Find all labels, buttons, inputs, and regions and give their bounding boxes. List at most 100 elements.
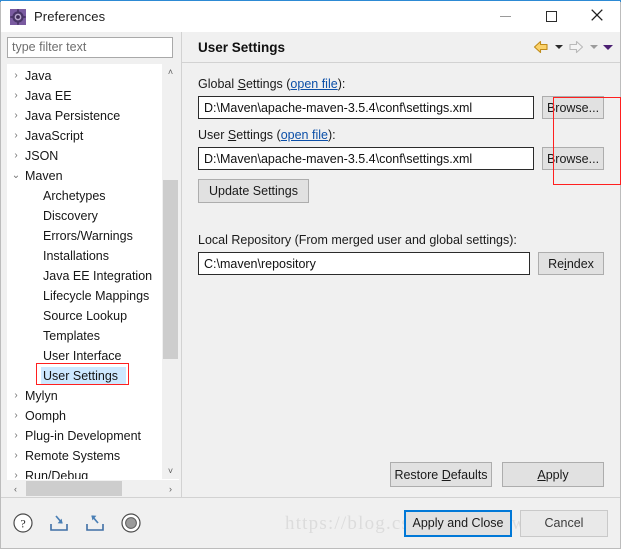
tree-item-java[interactable]: › Java [7, 66, 161, 86]
forward-history-dropdown[interactable] [587, 37, 600, 57]
tree-item-javascript[interactable]: › JavaScript [7, 126, 161, 146]
local-repository-input[interactable] [198, 252, 530, 275]
global-settings-label-end: ): [337, 77, 346, 91]
restore-defaults-mnemonic: D [441, 467, 451, 482]
dialog-footer: ? Apply and Close Cancel [1, 498, 620, 548]
global-settings-open-file-link[interactable]: open file [290, 77, 337, 91]
global-settings-label-mnemonic: S [237, 77, 246, 91]
tree-item-mylyn[interactable]: › Mylyn [7, 386, 161, 406]
help-icon[interactable]: ? [11, 511, 35, 535]
chevron-right-icon[interactable]: › [7, 470, 25, 479]
restore-defaults-prefix: Restore [394, 467, 442, 482]
apply-and-close-button[interactable]: Apply and Close [404, 509, 512, 537]
scroll-right-icon[interactable]: › [162, 480, 179, 497]
scroll-up-icon[interactable]: ˄ [162, 64, 179, 81]
global-settings-label-prefix: Global [198, 77, 238, 91]
tree-item-errors-warnings[interactable]: Errors/Warnings [7, 226, 161, 246]
chevron-right-icon[interactable]: › [7, 130, 25, 141]
export-icon[interactable] [83, 511, 107, 535]
user-settings-browse-button[interactable]: Browse... [542, 147, 604, 170]
global-settings-label-suffix: ettings ( [245, 77, 291, 91]
cancel-button[interactable]: Cancel [520, 509, 608, 537]
horizontal-scroll-track[interactable] [24, 480, 162, 497]
tree-item-lifecycle-mappings[interactable]: Lifecycle Mappings [7, 286, 161, 306]
minimize-button[interactable] [482, 1, 528, 32]
tree-item-label: User Interface [43, 348, 122, 363]
tree-horizontal-scrollbar[interactable]: ‹ › [7, 479, 179, 498]
tree-item-java-persistence[interactable]: › Java Persistence [7, 106, 161, 126]
tree-item-java-ee-integration[interactable]: Java EE Integration [7, 266, 161, 286]
scroll-left-icon[interactable]: ‹ [7, 480, 24, 497]
tree-item-plug-in-development[interactable]: › Plug-in Development [7, 426, 161, 446]
user-settings-label: User Settings (open file): [198, 128, 604, 142]
tree-item-label: Mylyn [25, 388, 58, 403]
chevron-right-icon[interactable]: › [7, 90, 25, 101]
global-settings-browse-button[interactable]: Browse... [542, 96, 604, 119]
reindex-button[interactable]: Reindex [538, 252, 604, 275]
chevron-right-icon[interactable]: › [7, 150, 25, 161]
close-icon [591, 9, 603, 24]
tree-vertical-scrollbar[interactable]: ˄ ˅ [161, 63, 179, 480]
tree-item-discovery[interactable]: Discovery [7, 206, 161, 226]
global-settings-row: Browse... [198, 96, 604, 119]
filter-input[interactable] [7, 37, 173, 58]
local-repository-row: Reindex [198, 252, 604, 275]
chevron-right-icon[interactable]: › [7, 410, 25, 421]
view-menu-button[interactable] [601, 37, 614, 57]
restore-defaults-suffix: efaults [450, 467, 488, 482]
import-icon[interactable] [47, 511, 71, 535]
horizontal-scroll-thumb[interactable] [26, 481, 122, 497]
chevron-right-icon[interactable]: › [7, 70, 25, 81]
tree-item-label: Source Lookup [43, 308, 128, 323]
tree-item-oomph[interactable]: › Oomph [7, 406, 161, 426]
tree-item-user-settings[interactable]: User Settings [7, 366, 161, 386]
chevron-right-icon[interactable]: › [7, 430, 25, 441]
scroll-down-icon[interactable]: ˅ [162, 462, 179, 479]
tree-item-templates[interactable]: Templates [7, 326, 161, 346]
dialog-body: ›Java›Java EE›Java Persistence›JavaScrip… [1, 32, 620, 498]
reindex-suffix: ndex [566, 256, 594, 271]
user-settings-label-suffix: ettings ( [236, 128, 281, 142]
tree-item-run-debug[interactable]: › Run/Debug [7, 466, 161, 479]
global-settings-input[interactable] [198, 96, 534, 119]
tree-item-label: JavaScript [25, 128, 84, 143]
tree-item-remote-systems[interactable]: › Remote Systems [7, 446, 161, 466]
tree-item-archetypes[interactable]: Archetypes [7, 186, 161, 206]
chevron-right-icon[interactable]: › [7, 450, 25, 461]
title-bar: Preferences [1, 1, 620, 32]
oomph-icon[interactable] [119, 511, 143, 535]
chevron-right-icon[interactable]: › [7, 390, 25, 401]
tree-item-label: Run/Debug [25, 468, 89, 480]
tree-item-json[interactable]: › JSON [7, 146, 161, 166]
minimize-icon [499, 16, 511, 17]
chevron-down-icon[interactable]: ⌄ [7, 170, 25, 181]
back-history-dropdown[interactable] [552, 37, 565, 57]
restore-defaults-button[interactable]: Restore Defaults [390, 462, 492, 488]
user-settings-input[interactable] [198, 147, 534, 170]
tree-item-user-interface[interactable]: User Interface [7, 346, 161, 366]
maximize-button[interactable] [528, 1, 574, 32]
preferences-tree[interactable]: › Java › Java EE › Java Persistence › JavaScrip… [7, 64, 161, 479]
window-controls [482, 1, 620, 32]
user-settings-open-file-link[interactable]: open file [281, 128, 328, 142]
vertical-scroll-track[interactable] [162, 81, 179, 462]
apply-suffix: pply [545, 467, 569, 482]
back-button[interactable] [531, 37, 551, 57]
tree-item-java-ee[interactable]: › Java EE [7, 86, 161, 106]
dialog-buttons: Apply and Close Cancel [404, 509, 608, 537]
update-settings-row: Update Settings [198, 179, 604, 203]
page-header: User Settings [182, 32, 620, 63]
back-arrow-icon [533, 40, 548, 54]
close-button[interactable] [574, 1, 620, 32]
update-settings-button[interactable]: Update Settings [198, 179, 309, 203]
forward-button[interactable] [566, 37, 586, 57]
tree-item-installations[interactable]: Installations [7, 246, 161, 266]
tree-item-maven[interactable]: ⌄ Maven [7, 166, 161, 186]
apply-button[interactable]: Apply [502, 462, 604, 488]
vertical-scroll-thumb[interactable] [163, 179, 178, 359]
tree-item-label: Archetypes [43, 188, 106, 203]
tree-item-source-lookup[interactable]: Source Lookup [7, 306, 161, 326]
chevron-right-icon[interactable]: › [7, 110, 25, 121]
page-title: User Settings [198, 39, 286, 55]
tree-item-label: Remote Systems [25, 448, 121, 463]
